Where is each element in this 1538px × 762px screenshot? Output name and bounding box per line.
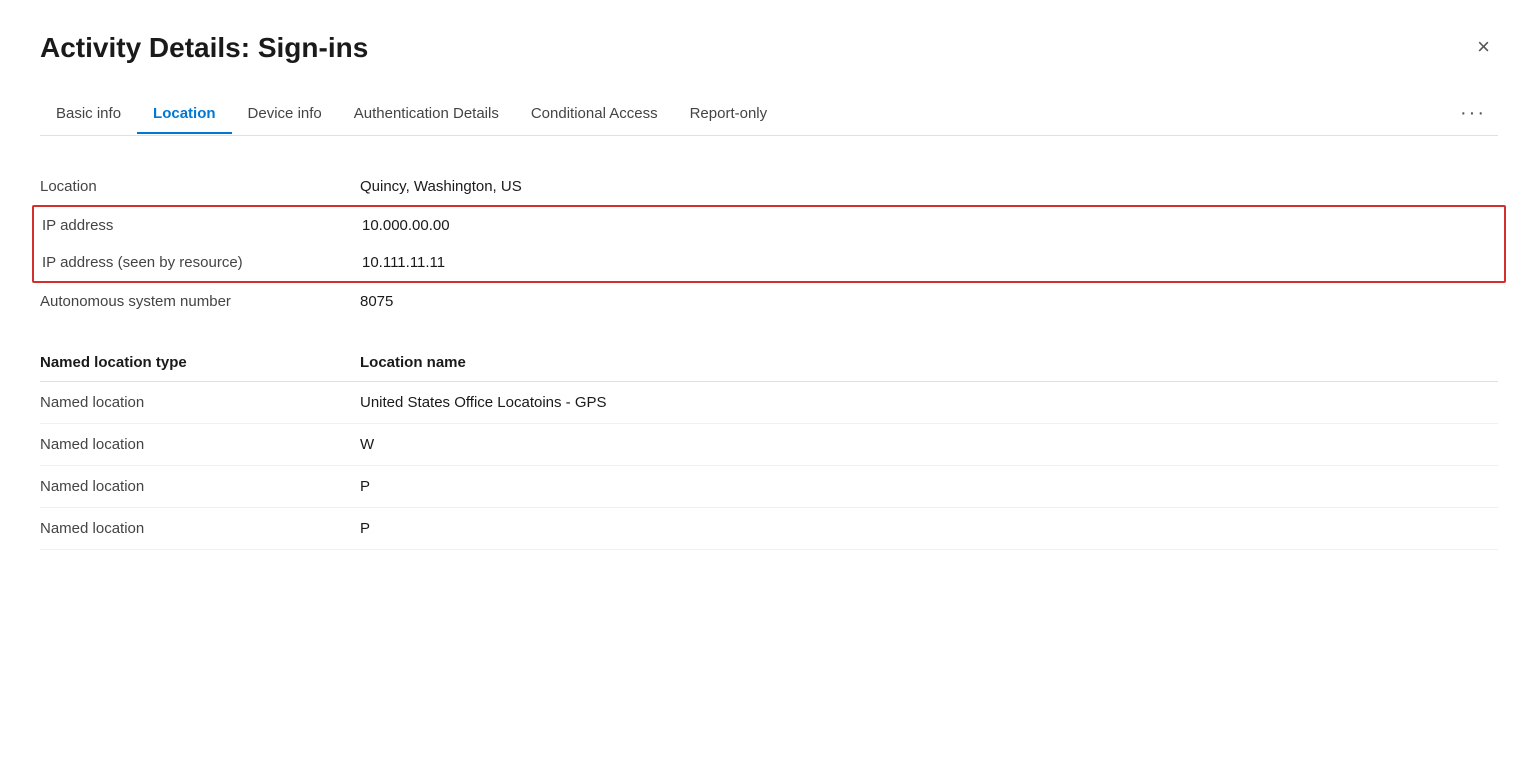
autonomous-value: 8075 (360, 293, 393, 310)
location-row: Location Quincy, Washington, US (40, 168, 1498, 205)
named-location-row-2: Named location P (40, 466, 1498, 508)
named-location-type-3: Named location (40, 520, 360, 537)
location-content: Location Quincy, Washington, US IP addre… (40, 160, 1498, 558)
named-location-type-0: Named location (40, 394, 360, 411)
tab-conditional-access[interactable]: Conditional Access (515, 95, 674, 134)
autonomous-row: Autonomous system number 8075 (40, 283, 1498, 320)
named-location-type-2: Named location (40, 478, 360, 495)
named-location-row-1: Named location W (40, 424, 1498, 466)
ip-address-value: 10.000.00.00 (362, 217, 450, 234)
tabs-more-button[interactable]: ··· (1448, 92, 1498, 135)
location-name-3: P (360, 520, 370, 537)
tab-basic-info[interactable]: Basic info (40, 95, 137, 134)
named-location-type-1: Named location (40, 436, 360, 453)
named-location-row-3: Named location P (40, 508, 1498, 550)
named-location-section: Named location type Location name Named … (40, 344, 1498, 550)
location-name-0: United States Office Locatoins - GPS (360, 394, 607, 411)
location-label: Location (40, 178, 360, 195)
activity-details-panel: Activity Details: Sign-ins × Basic info … (0, 0, 1538, 598)
ip-address-resource-row: IP address (seen by resource) 10.111.11.… (42, 244, 1496, 281)
ip-address-label: IP address (42, 217, 362, 234)
location-value: Quincy, Washington, US (360, 178, 522, 195)
named-location-header: Named location type Location name (40, 344, 1498, 382)
ip-highlighted-section: IP address 10.000.00.00 IP address (seen… (32, 205, 1506, 283)
ip-address-row: IP address 10.000.00.00 (42, 207, 1496, 244)
panel-title: Activity Details: Sign-ins (40, 32, 368, 64)
ip-address-resource-label: IP address (seen by resource) (42, 254, 362, 271)
tab-device-info[interactable]: Device info (232, 95, 338, 134)
tab-location[interactable]: Location (137, 95, 232, 134)
location-name-1: W (360, 436, 374, 453)
panel-header: Activity Details: Sign-ins × (40, 32, 1498, 64)
named-location-row-0: Named location United States Office Loca… (40, 382, 1498, 424)
autonomous-label: Autonomous system number (40, 293, 360, 310)
location-name-header: Location name (360, 354, 466, 371)
tabs-bar: Basic info Location Device info Authenti… (40, 92, 1498, 136)
named-location-type-header: Named location type (40, 354, 360, 371)
tab-authentication-details[interactable]: Authentication Details (338, 95, 515, 134)
location-name-2: P (360, 478, 370, 495)
close-button[interactable]: × (1469, 32, 1498, 62)
ip-address-resource-value: 10.111.11.11 (362, 254, 445, 271)
tab-report-only[interactable]: Report-only (674, 95, 784, 134)
